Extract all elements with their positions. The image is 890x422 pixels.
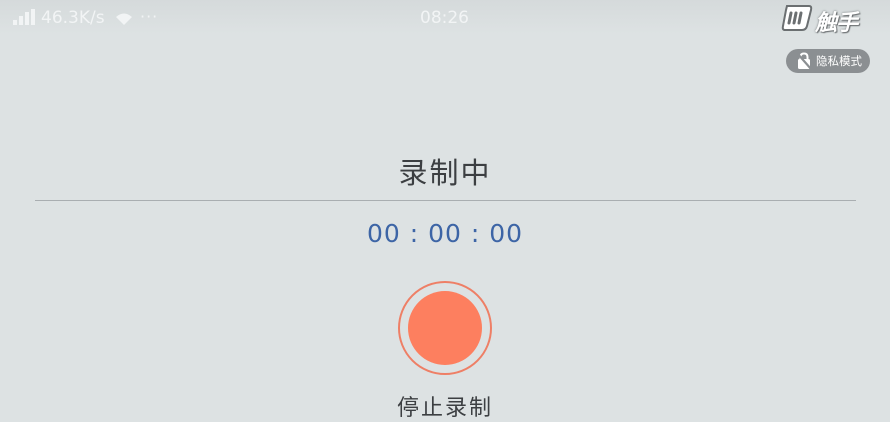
- status-time: 08:26: [420, 8, 469, 28]
- stop-recording-button[interactable]: [398, 281, 492, 375]
- privacy-mode-label: 隐私模式: [816, 54, 862, 68]
- divider: [35, 200, 856, 201]
- brand-watermark: 触手: [781, 2, 875, 36]
- status-bar: 46.3K/s ··· 08:26: [0, 0, 890, 34]
- signal-icon: [13, 9, 35, 25]
- recording-timer: 00 : 00 : 00: [366, 219, 524, 248]
- brand-text: 触手: [815, 11, 858, 36]
- privacy-lock-icon: [796, 52, 812, 70]
- more-status-icons: ···: [140, 7, 159, 26]
- privacy-mode-button[interactable]: 隐私模式: [786, 49, 870, 73]
- stop-recording-label[interactable]: 停止录制: [0, 390, 890, 422]
- brand-logo-icon: [781, 5, 813, 31]
- record-indicator: [408, 291, 482, 365]
- network-speed: 46.3K/s: [41, 8, 105, 28]
- recording-title: 录制中: [398, 156, 492, 190]
- wifi-icon: [116, 13, 132, 25]
